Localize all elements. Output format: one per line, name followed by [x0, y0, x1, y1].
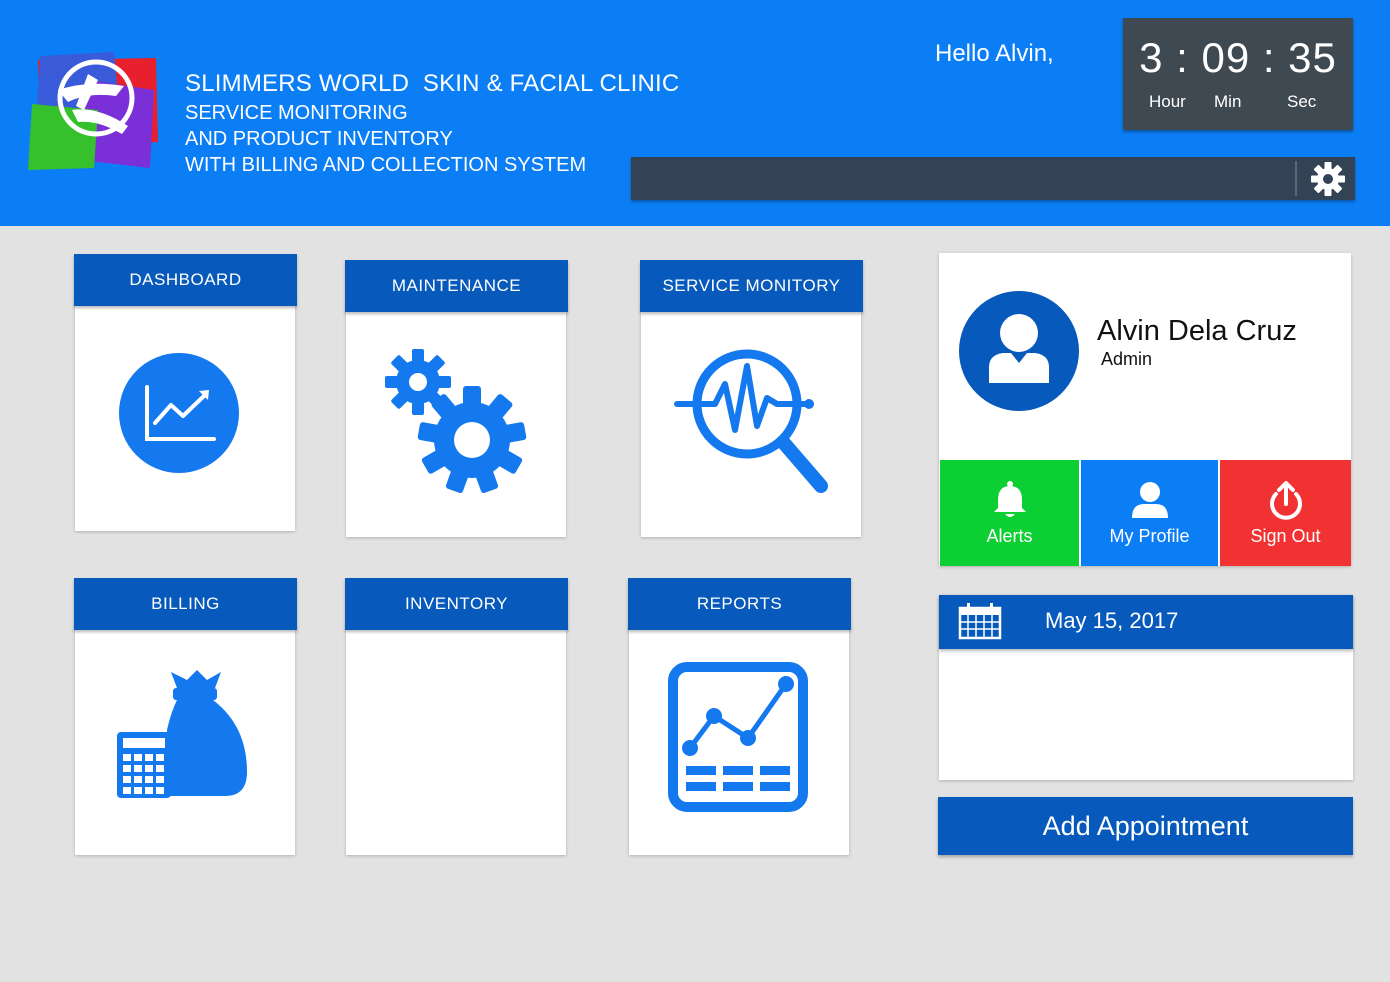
- calendar-card: May 15, 2017: [939, 595, 1353, 780]
- my-profile-label: My Profile: [1109, 525, 1190, 546]
- my-profile-button[interactable]: My Profile: [1081, 460, 1218, 566]
- gears-icon: [385, 349, 527, 493]
- alerts-button[interactable]: Alerts: [940, 460, 1079, 566]
- user-avatar-icon: [959, 291, 1079, 411]
- app-subtitle-line: AND PRODUCT INVENTORY: [185, 128, 453, 150]
- user-name: Alvin Dela Cruz: [1097, 315, 1297, 347]
- alerts-label: Alerts: [986, 525, 1033, 546]
- top-header: SLIMMERS WORLD SKIN & FACIAL CLINIC SERV…: [0, 0, 1390, 226]
- report-chart-icon: [668, 662, 808, 812]
- sign-out-button[interactable]: Sign Out: [1220, 460, 1351, 566]
- reports-button[interactable]: REPORTS: [628, 578, 851, 630]
- current-date: May 15, 2017: [1045, 608, 1179, 633]
- search-divider: [1295, 161, 1297, 196]
- calendar-header: May 15, 2017: [939, 595, 1353, 649]
- trend-chart-icon: [119, 353, 239, 473]
- maintenance-button[interactable]: MAINTENANCE: [345, 260, 568, 312]
- digital-clock: 3 : 09 : 35 Hour Min Sec: [1123, 18, 1353, 130]
- inventory-card[interactable]: [346, 624, 566, 855]
- user-role: Admin: [1101, 349, 1153, 369]
- clock-time: 3 : 09 : 35: [1139, 34, 1337, 81]
- app-subtitle-line: SERVICE MONITORING: [185, 102, 408, 124]
- clinic-logo: [28, 52, 158, 170]
- clock-min-label: Min: [1214, 92, 1242, 111]
- maintenance-card[interactable]: [346, 306, 566, 537]
- search-bar: [631, 157, 1355, 200]
- calendar-icon[interactable]: [958, 602, 1002, 640]
- app-subtitle-line: WITH BILLING AND COLLECTION SYSTEM: [185, 154, 587, 176]
- service-monitory-card[interactable]: [641, 306, 861, 537]
- pulse-magnifier-icon: [674, 349, 828, 493]
- billing-card[interactable]: [75, 624, 295, 855]
- search-input[interactable]: [631, 157, 1295, 200]
- profile-card: Alvin Dela Cruz Admin Alerts My Profile …: [939, 253, 1351, 566]
- money-bag-calculator-icon: [117, 670, 247, 798]
- add-appointment-button[interactable]: Add Appointment: [938, 797, 1353, 855]
- service-monitory-button[interactable]: SERVICE MONITORY: [640, 260, 863, 312]
- dashboard-button[interactable]: DASHBOARD: [74, 254, 297, 306]
- greeting-text: Hello Alvin,: [935, 40, 1054, 67]
- gear-icon: [1311, 161, 1345, 196]
- app-title-block: SLIMMERS WORLD SKIN & FACIAL CLINIC SERV…: [185, 68, 679, 178]
- inventory-button[interactable]: INVENTORY: [345, 578, 568, 630]
- sign-out-icon: [1269, 480, 1302, 520]
- dashboard-card[interactable]: [75, 300, 295, 531]
- clock-sec-label: Sec: [1287, 92, 1317, 111]
- clinic-name: SLIMMERS WORLD SKIN & FACIAL CLINIC: [185, 70, 680, 97]
- billing-button[interactable]: BILLING: [74, 578, 297, 630]
- clock-hour-label: Hour: [1149, 92, 1186, 111]
- reports-card[interactable]: [629, 624, 849, 855]
- settings-button[interactable]: [1301, 157, 1355, 200]
- sign-out-label: Sign Out: [1250, 525, 1321, 546]
- user-icon: [1131, 481, 1168, 518]
- bell-icon: [993, 480, 1026, 517]
